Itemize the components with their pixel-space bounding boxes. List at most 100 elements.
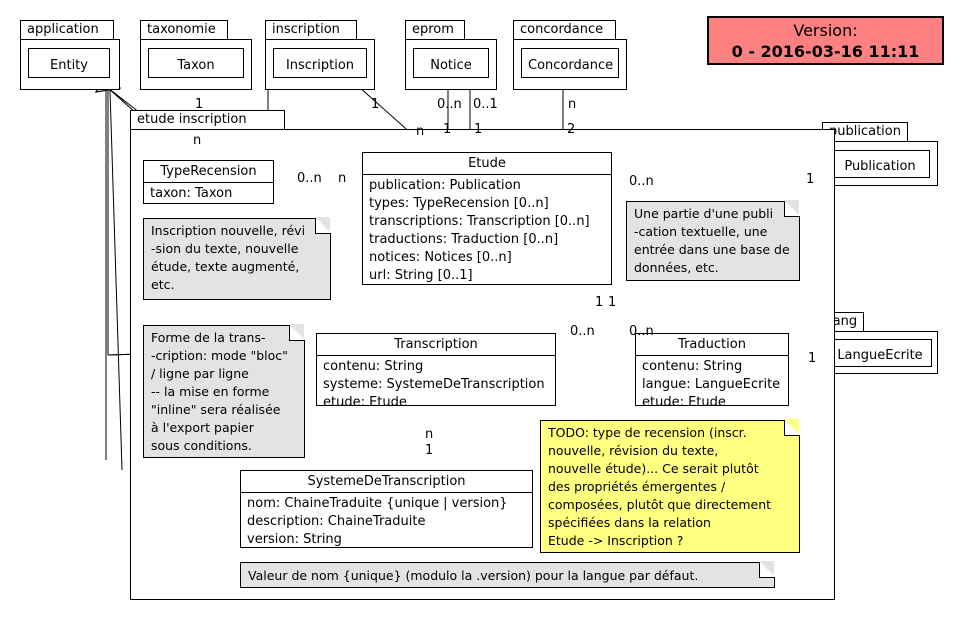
note-line: / ligne par ligne xyxy=(151,366,249,381)
note-todo: TODO: type de recension (inscr. nouvelle… xyxy=(540,419,800,553)
note-line: données, etc. xyxy=(634,260,719,275)
class-attribute: contenu: String xyxy=(323,359,424,374)
class-name: LangueEcrite xyxy=(837,348,923,363)
multiplicity-transcription-systeme-1: 1 xyxy=(425,443,434,458)
class-attribute: types: TypeRecension [0..n] xyxy=(369,196,549,211)
note-line: -sion du texte, nouvelle xyxy=(151,241,299,256)
class-attribute: langue: LangueEcrite xyxy=(642,377,781,392)
note-line: étude, texte augmenté, xyxy=(151,259,300,274)
multiplicity-taxon: 1 xyxy=(195,97,204,112)
note-line: -cation textuelle, une xyxy=(634,224,768,239)
edge-generalization-left-2 xyxy=(109,89,123,471)
class-attribute: systeme: SystemeDeTranscription xyxy=(323,377,545,392)
multiplicity-notice-01: 0..1 xyxy=(473,97,498,112)
class-concordance[interactable]: Concordance xyxy=(521,48,619,78)
class-name: Concordance xyxy=(528,58,614,73)
note-line: -- la mise en forme xyxy=(151,384,270,399)
class-name: Notice xyxy=(430,58,472,73)
multiplicity-etude-publication-0n: 0..n xyxy=(629,174,654,189)
class-transcription[interactable]: Transcription contenu: String systeme: S… xyxy=(316,333,556,410)
class-name: Traduction xyxy=(678,337,746,352)
class-taxon[interactable]: Taxon xyxy=(148,48,244,78)
multiplicity-inscription: 1 xyxy=(371,97,380,112)
note-line: etc. xyxy=(151,277,175,292)
multiplicity-traduction-lang-1: 1 xyxy=(808,351,817,366)
multiplicity-traduction-0n: 0..n xyxy=(629,324,654,339)
multiplicity-etude-notice-a: 1 xyxy=(443,122,452,137)
class-publication[interactable]: Publication xyxy=(830,150,930,178)
note-fold-icon xyxy=(784,419,800,436)
note-fold-icon xyxy=(315,217,331,234)
multiplicity-etude-concordance-2: 2 xyxy=(567,122,576,137)
note-line: des propriétés émergentes / xyxy=(548,479,726,494)
class-attributes: publication: Publication types: TypeRece… xyxy=(363,174,611,288)
version-banner: Version: 0 - 2016-03-16 11:11 xyxy=(707,16,944,65)
class-attribute: version: String xyxy=(247,532,342,547)
note-line: composées, plutôt que directement xyxy=(548,497,772,512)
class-name: Entity xyxy=(50,58,88,73)
class-systemedetranscription[interactable]: SystemeDeTranscription nom: ChaineTradui… xyxy=(240,470,533,548)
version-value: 0 - 2016-03-16 11:11 xyxy=(731,42,920,61)
class-attribute: publication: Publication xyxy=(369,178,521,193)
note-fold-icon xyxy=(759,561,775,578)
note-transcription: Forme de la trans- -cription: mode "bloc… xyxy=(143,324,305,458)
package-label: inscription xyxy=(265,20,357,40)
note-line: Valeur de nom {unique} (modulo la .versi… xyxy=(248,568,699,583)
multiplicity-notice-0n: 0..n xyxy=(437,97,462,112)
package-label: eprom xyxy=(405,20,465,40)
uml-diagram-canvas: application Entity taxonomie Taxon inscr… xyxy=(0,0,960,620)
note-line: entrée dans une base de xyxy=(634,242,790,257)
note-line: nouvelle étude)... Ce serait plutôt xyxy=(548,461,759,476)
class-entity[interactable]: Entity xyxy=(28,48,110,78)
multiplicity-publication-1: 1 xyxy=(806,172,815,187)
class-attribute: traductions: Traduction [0..n] xyxy=(369,232,559,247)
package-label: taxonomie xyxy=(140,20,228,40)
class-typerecension[interactable]: TypeRecension taxon: Taxon xyxy=(143,160,274,204)
package-label: etude inscription xyxy=(130,110,285,130)
multiplicity-transcription-0n: 0..n xyxy=(570,324,595,339)
multiplicity-concordance-n: n xyxy=(568,97,577,112)
class-attribute: etude: Etude xyxy=(323,395,407,410)
note-line: nouvelle, révision du texte, xyxy=(548,443,719,458)
class-etude[interactable]: Etude publication: Publication types: Ty… xyxy=(362,152,612,285)
class-name: Transcription xyxy=(394,337,478,352)
class-name: Inscription xyxy=(285,58,355,73)
class-attributes: taxon: Taxon xyxy=(144,182,273,206)
multiplicity-etude-inscription-n: n xyxy=(416,124,425,139)
class-notice[interactable]: Notice xyxy=(413,48,489,78)
class-attribute: taxon: Taxon xyxy=(150,186,233,201)
class-attribute: etude: Etude xyxy=(642,395,726,410)
version-label: Version: xyxy=(793,21,858,40)
note-fold-icon xyxy=(289,324,305,341)
multiplicity-etude-traduction-1: 1 xyxy=(608,295,617,310)
multiplicity-etude-typerecension-n: n xyxy=(338,171,347,186)
class-name: Taxon xyxy=(177,58,215,73)
multiplicity-etude-transcription-1: 1 xyxy=(595,295,604,310)
note-line: Etude -> Inscription ? xyxy=(548,533,684,548)
class-attribute: contenu: String xyxy=(642,359,743,374)
class-inscription[interactable]: Inscription xyxy=(273,48,367,78)
note-line: -cription: mode "bloc" xyxy=(151,348,288,363)
class-name: TypeRecension xyxy=(160,164,257,179)
note-line: sous conditions. xyxy=(151,438,252,453)
class-name: SystemeDeTranscription xyxy=(307,474,466,489)
note-line: Forme de la trans- xyxy=(151,330,266,345)
package-label: application xyxy=(20,20,114,40)
class-attributes: nom: ChaineTraduite {unique | version} d… xyxy=(241,492,532,552)
note-typerecension: Inscription nouvelle, révi -sion du text… xyxy=(143,217,331,300)
class-name: Publication xyxy=(844,159,916,174)
class-langueecrite[interactable]: LangueEcrite xyxy=(828,339,932,367)
class-attribute: nom: ChaineTraduite {unique | version} xyxy=(247,496,508,511)
note-line: Inscription nouvelle, révi xyxy=(151,223,306,238)
class-attribute: url: String [0..1] xyxy=(369,268,473,283)
note-line: spécifiées dans la relation xyxy=(548,515,711,530)
class-attributes: contenu: String langue: LangueEcrite etu… xyxy=(636,355,788,415)
class-attribute: description: ChaineTraduite xyxy=(247,514,426,529)
class-attribute: transcriptions: Transcription [0..n] xyxy=(369,214,590,229)
note-systeme: Valeur de nom {unique} (modulo la .versi… xyxy=(240,561,775,588)
note-line: "inline" sera réalisée xyxy=(151,402,281,417)
note-line: à l'export papier xyxy=(151,420,254,435)
class-traduction[interactable]: Traduction contenu: String langue: Langu… xyxy=(635,333,789,410)
note-fold-icon xyxy=(784,200,800,217)
multiplicity-transcription-systeme-n: n xyxy=(425,427,434,442)
